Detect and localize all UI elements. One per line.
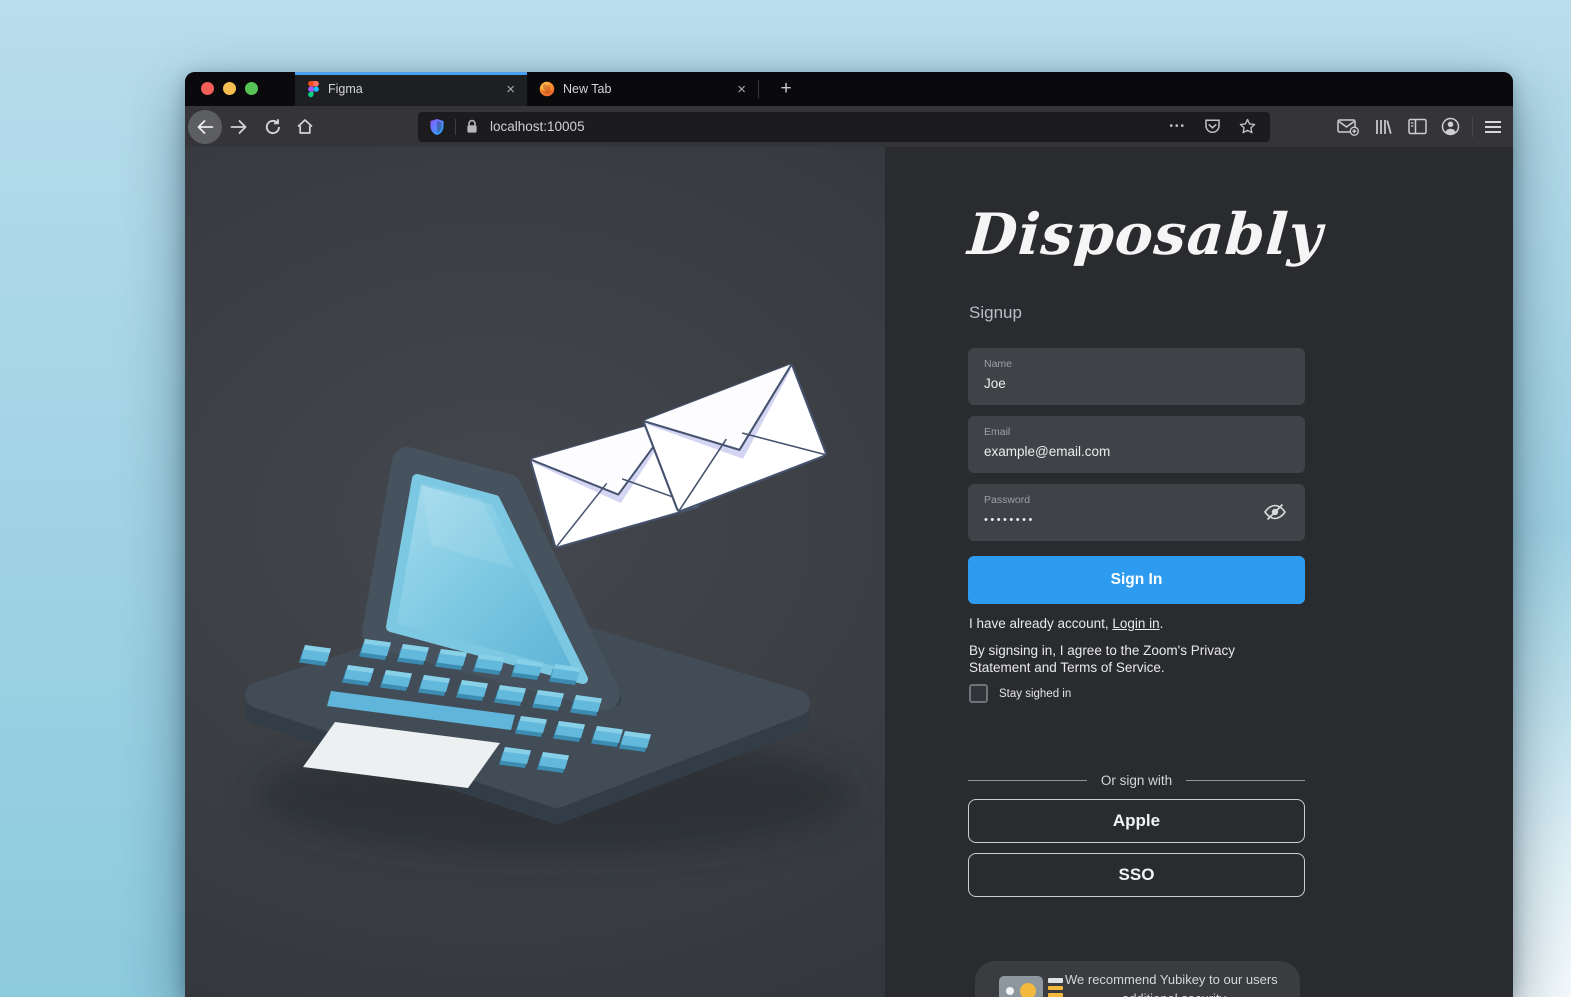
- hamburger-menu-icon: [1485, 121, 1501, 133]
- close-window-button[interactable]: [201, 82, 214, 95]
- tracking-protection-shield-icon[interactable]: [429, 118, 445, 136]
- password-field[interactable]: Password ••••••••: [968, 484, 1305, 541]
- toolbar-separator: [1472, 117, 1473, 137]
- tab-new-tab[interactable]: New Tab ×: [527, 72, 758, 106]
- illustration-canvas: [185, 147, 885, 997]
- divider-label: Or sign with: [1100, 773, 1173, 788]
- bookmark-star-icon[interactable]: [1239, 118, 1256, 135]
- terms-text: By signsing in, I agree to the Zoom's Pr…: [969, 643, 1235, 675]
- reload-icon: [265, 118, 280, 134]
- brand-logo: Disposably: [965, 201, 1326, 268]
- sign-in-button[interactable]: Sign In: [968, 556, 1305, 604]
- navigation-toolbar: localhost:10005 •••: [185, 106, 1513, 147]
- home-button[interactable]: [288, 110, 322, 144]
- firefox-favicon: [539, 81, 555, 97]
- tab-figma[interactable]: Figma ×: [295, 72, 527, 106]
- yubikey-note-text: We recommend Yubikey to our users additi…: [1065, 971, 1283, 997]
- yubikey-icon: [999, 974, 1067, 997]
- lock-icon[interactable]: [466, 119, 478, 134]
- stay-signed-in-row: Stay sighed in: [969, 684, 1071, 703]
- password-field-value[interactable]: ••••••••: [984, 514, 1035, 526]
- password-field-label: Password: [984, 494, 1031, 506]
- mail-button[interactable]: [1337, 118, 1359, 141]
- sidebar-icon: [1408, 118, 1427, 135]
- name-field[interactable]: Name Joe: [968, 348, 1305, 405]
- sidebar-button[interactable]: [1408, 118, 1427, 140]
- email-field[interactable]: Email example@email.com: [968, 416, 1305, 473]
- email-field-value[interactable]: example@email.com: [984, 444, 1110, 459]
- login-prompt-period: .: [1159, 616, 1164, 631]
- desktop-background: Figma × New Tab × + localhost:10005 ••• …: [0, 0, 1571, 997]
- traffic-lights: [201, 82, 258, 95]
- tab-separator: [758, 80, 759, 98]
- stay-signed-in-label: Stay sighed in: [999, 687, 1072, 700]
- name-field-value[interactable]: Joe: [984, 376, 1006, 391]
- page-actions-icon[interactable]: •••: [1169, 121, 1186, 132]
- divider-line-right: [1186, 780, 1305, 781]
- toggle-password-visibility-button[interactable]: [1263, 502, 1287, 527]
- envelope-large: [643, 364, 826, 512]
- tab-label: New Tab: [563, 82, 612, 96]
- stay-signed-in-checkbox[interactable]: [969, 684, 988, 703]
- tab-close-icon[interactable]: ×: [506, 82, 515, 97]
- figma-favicon: [308, 81, 319, 98]
- mail-plus-icon: [1337, 119, 1359, 136]
- signup-panel: Disposably Signup Name Joe Email example…: [885, 147, 1513, 997]
- forward-arrow-icon: [230, 119, 247, 134]
- laptop-email-illustration: [245, 147, 855, 857]
- tab-bar: Figma × New Tab × +: [185, 72, 1513, 106]
- page-content: Disposably Signup Name Joe Email example…: [185, 147, 1513, 997]
- maximize-window-button[interactable]: [245, 82, 258, 95]
- apple-sign-in-button[interactable]: Apple: [968, 799, 1305, 843]
- minimize-window-button[interactable]: [223, 82, 236, 95]
- or-sign-with-divider: Or sign with: [968, 773, 1305, 788]
- email-field-label: Email: [984, 426, 1011, 438]
- login-link[interactable]: Login in: [1112, 616, 1159, 631]
- page-title: Signup: [969, 303, 1022, 322]
- tab-close-icon[interactable]: ×: [737, 82, 746, 97]
- pocket-icon[interactable]: [1204, 118, 1221, 135]
- library-icon: [1376, 120, 1392, 134]
- yubikey-note-line1: We recommend Yubikey to our users: [1065, 972, 1278, 987]
- library-button[interactable]: [1374, 118, 1392, 141]
- reload-button[interactable]: [256, 110, 290, 144]
- url-text[interactable]: localhost:10005: [490, 119, 1169, 134]
- address-bar[interactable]: localhost:10005 •••: [418, 111, 1270, 142]
- menu-button[interactable]: [1484, 120, 1502, 139]
- back-arrow-icon: [197, 119, 214, 134]
- account-button[interactable]: [1441, 117, 1460, 141]
- tab-label: Figma: [328, 82, 363, 96]
- eye-off-icon: [1264, 503, 1286, 521]
- urlbar-divider: [455, 118, 456, 135]
- login-prompt-text: I have already account,: [969, 616, 1113, 631]
- login-prompt: I have already account, Login in.: [969, 616, 1163, 631]
- sso-sign-in-button[interactable]: SSO: [968, 853, 1305, 897]
- new-tab-button[interactable]: +: [769, 72, 803, 106]
- back-button[interactable]: [188, 109, 222, 144]
- yubikey-recommendation-card: We recommend Yubikey to our users additi…: [975, 961, 1300, 997]
- name-field-label: Name: [984, 358, 1013, 370]
- home-icon: [297, 119, 313, 134]
- divider-line-left: [968, 780, 1087, 781]
- account-icon: [1441, 117, 1460, 136]
- browser-window: Figma × New Tab × + localhost:10005 ••• …: [185, 72, 1513, 997]
- forward-button[interactable]: [222, 110, 256, 144]
- yubikey-note-line2: additional security: [1065, 990, 1283, 997]
